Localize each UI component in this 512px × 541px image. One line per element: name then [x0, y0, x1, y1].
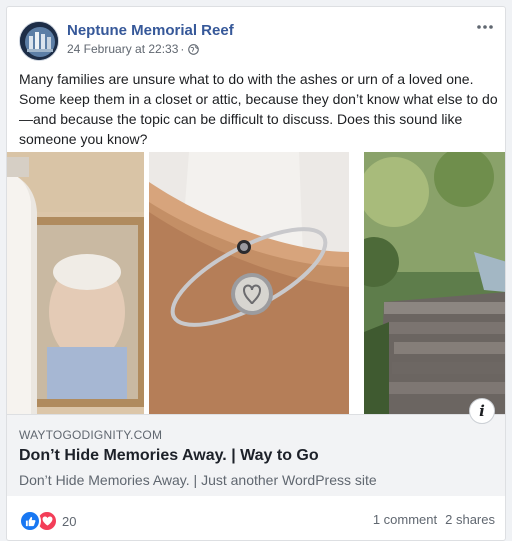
post-card: Neptune Memorial Reef 24 February at 22:…	[6, 6, 506, 541]
link-info[interactable]: WAYTOGODIGNITY.COM Don’t Hide Memories A…	[7, 414, 505, 496]
share-count-link[interactable]: 2 shares	[445, 512, 495, 527]
meta-separator: ·	[180, 42, 185, 56]
link-domain: WAYTOGODIGNITY.COM	[19, 428, 163, 442]
post-text: Many families are unsure what to do with…	[19, 71, 498, 147]
post-footer: 20 1 comment 2 shares	[7, 495, 505, 540]
engagement-counts: 1 comment 2 shares	[373, 512, 495, 527]
page-avatar[interactable]	[19, 21, 59, 61]
link-preview-image[interactable]	[7, 152, 505, 414]
urn-photo-image	[7, 152, 144, 414]
link-description: Don’t Hide Memories Away. | Just another…	[19, 472, 377, 488]
more-dots-icon	[477, 25, 493, 29]
comment-count-link[interactable]: 1 comment	[373, 512, 437, 527]
info-icon: i	[479, 402, 485, 420]
reaction-count: 20	[62, 513, 77, 529]
post-meta: 24 February at 22:33 ·	[67, 42, 200, 56]
more-options-button[interactable]	[475, 19, 495, 35]
post-timestamp[interactable]: 24 February at 22:33	[67, 42, 178, 56]
reactions-summary[interactable]: 20	[19, 510, 76, 532]
globe-icon	[188, 43, 200, 55]
garden-photo-image	[364, 152, 505, 414]
counts-gap	[437, 512, 445, 527]
info-button[interactable]: i	[469, 398, 495, 424]
link-title[interactable]: Don’t Hide Memories Away. | Way to Go	[19, 447, 319, 465]
page-name-link[interactable]: Neptune Memorial Reef	[67, 22, 234, 39]
reef-logo-icon	[20, 22, 58, 60]
post-header: Neptune Memorial Reef 24 February at 22:…	[7, 7, 505, 67]
bracelet-photo-image	[149, 152, 349, 414]
like-icon	[19, 510, 41, 532]
